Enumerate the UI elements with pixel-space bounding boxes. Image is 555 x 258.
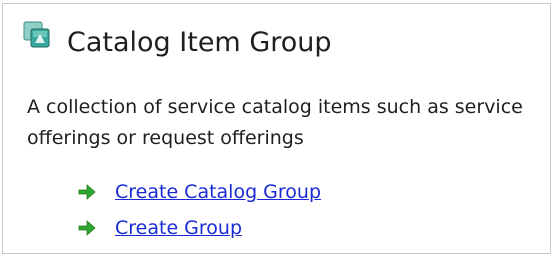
create-group-task[interactable]: Create Group — [77, 210, 321, 246]
panel-description: A collection of service catalog items su… — [27, 96, 523, 149]
catalog-group-icon — [23, 21, 51, 49]
panel-title: Catalog Item Group — [67, 27, 332, 58]
create-group-link[interactable]: Create Group — [115, 217, 242, 239]
panel-header: Catalog Item Group — [23, 21, 332, 61]
green-arrow-icon — [77, 218, 97, 238]
create-catalog-group-link[interactable]: Create Catalog Group — [115, 181, 321, 203]
task-list: Create Catalog Group Create Group — [77, 174, 321, 246]
green-arrow-icon — [77, 182, 97, 202]
catalog-item-group-panel: Catalog Item Group A collection of servi… — [2, 3, 551, 254]
create-catalog-group-task[interactable]: Create Catalog Group — [77, 174, 321, 210]
